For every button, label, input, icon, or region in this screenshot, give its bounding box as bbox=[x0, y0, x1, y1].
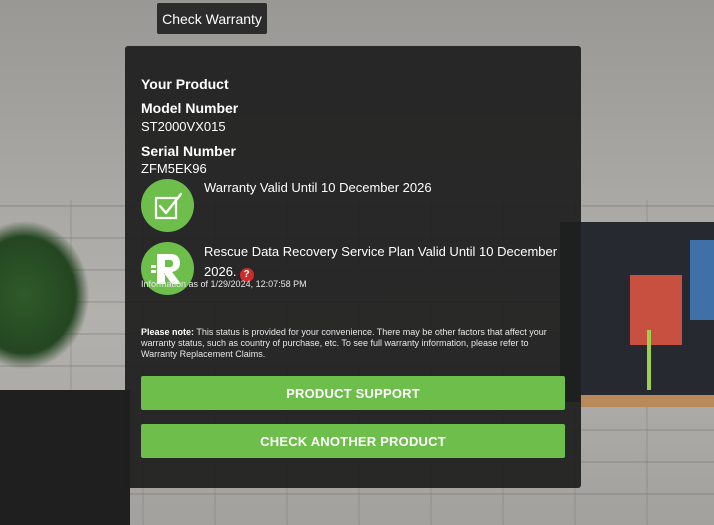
serial-number-value: ZFM5EK96 bbox=[141, 161, 207, 176]
information-timestamp: Information as of 1/29/2024, 12:07:58 PM bbox=[141, 279, 307, 289]
check-warranty-tab[interactable]: Check Warranty bbox=[157, 3, 267, 34]
background-poster bbox=[630, 275, 682, 345]
please-note-text: Please note: This status is provided for… bbox=[141, 327, 561, 360]
background-plant bbox=[0, 220, 90, 370]
please-note-body: This status is provided for your conveni… bbox=[141, 327, 547, 359]
background-cable bbox=[647, 330, 651, 390]
product-support-button[interactable]: PRODUCT SUPPORT bbox=[141, 376, 565, 410]
background-shelf bbox=[580, 395, 714, 407]
warranty-valid-text: Warranty Valid Until 10 December 2026 bbox=[204, 180, 432, 195]
please-note-label: Please note: bbox=[141, 327, 195, 337]
model-number-value: ST2000VX015 bbox=[141, 119, 226, 134]
warranty-result-panel: Your Product Model Number ST2000VX015 Se… bbox=[125, 46, 581, 488]
background-poster-2 bbox=[690, 240, 714, 320]
rescue-plan-text: Rescue Data Recovery Service Plan Valid … bbox=[204, 242, 564, 282]
check-another-product-button[interactable]: CHECK ANOTHER PRODUCT bbox=[141, 424, 565, 458]
serial-number-label: Serial Number bbox=[141, 143, 236, 159]
model-number-label: Model Number bbox=[141, 100, 239, 116]
checkbox-check-icon bbox=[141, 179, 194, 232]
your-product-heading: Your Product bbox=[141, 76, 229, 92]
background-monitor bbox=[0, 390, 130, 525]
rescue-plan-label: Rescue Data Recovery Service Plan Valid … bbox=[204, 244, 558, 279]
